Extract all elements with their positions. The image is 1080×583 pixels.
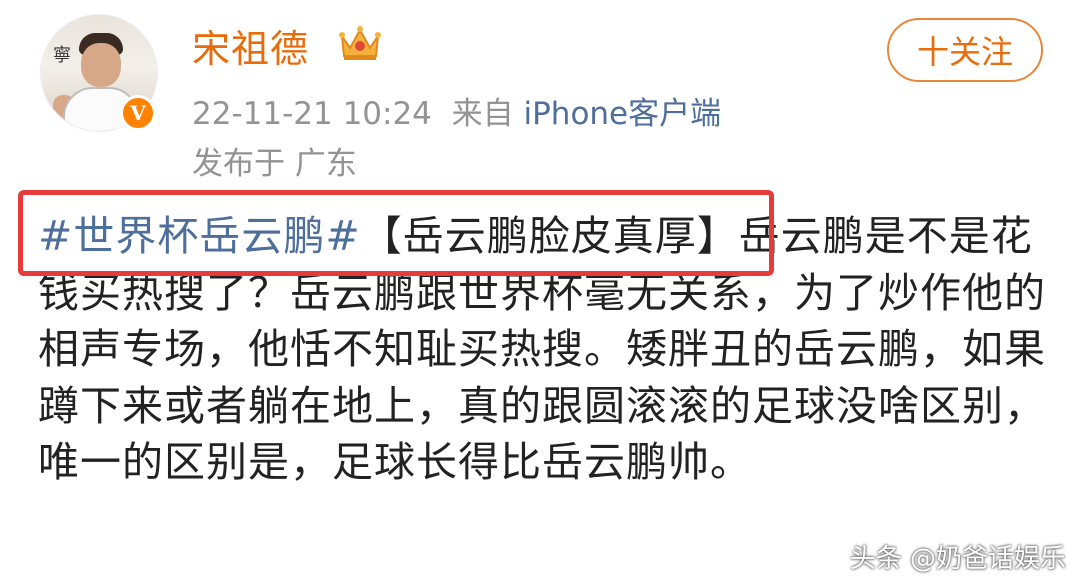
follow-button[interactable]: 十关注 (887, 18, 1043, 82)
from-label: 来自 (451, 96, 524, 132)
post-meta: 22-11-21 10:24 来自 iPhone客户端 (192, 88, 721, 133)
verified-badge-icon: V (120, 95, 156, 131)
watermark: 头条 @奶爸话娱乐 (849, 544, 1066, 574)
post-location: 发布于 广东 (192, 146, 357, 182)
weibo-post: 寧 V 宋祖德 22-11-21 10:24 来自 iPhone客户端 发布于 … (0, 0, 1080, 583)
post-timestamp: 22-11-21 10:24 (192, 96, 432, 132)
username[interactable]: 宋祖德 (192, 18, 309, 73)
avatar-calligraphy: 寧 (53, 45, 71, 66)
highlight-box (18, 190, 774, 276)
crown-icon (339, 26, 381, 60)
client-link[interactable]: iPhone客户端 (523, 96, 721, 132)
